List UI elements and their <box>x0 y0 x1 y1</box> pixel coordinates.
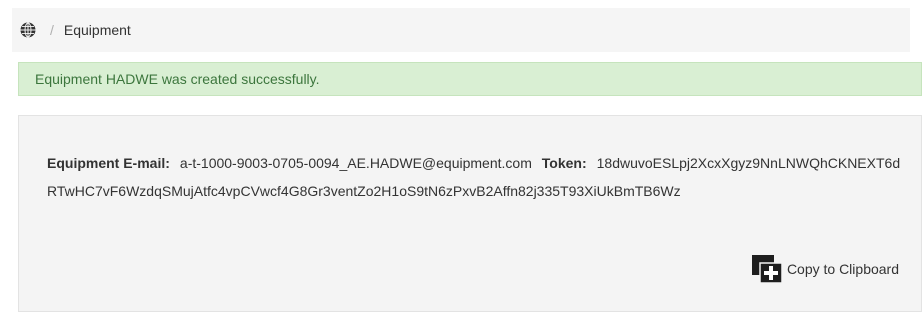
breadcrumb: / Equipment <box>12 8 910 52</box>
copy-to-clipboard-button[interactable]: Copy to Clipboard <box>751 254 899 284</box>
email-value: a-t-1000-9003-0705-0094_AE.HADWE@equipme… <box>179 155 532 171</box>
breadcrumb-current: Equipment <box>63 22 131 38</box>
copy-clipboard-icon <box>751 254 783 284</box>
email-label: Equipment E-mail: <box>47 155 170 171</box>
success-alert: Equipment HADWE was created successfully… <box>18 62 922 96</box>
alert-message: Equipment HADWE was created successfully… <box>35 71 320 87</box>
equipment-details-panel: Equipment E-mail: a-t-1000-9003-0705-0094… <box>18 115 922 312</box>
breadcrumb-separator: / <box>50 22 54 38</box>
equipment-info: Equipment E-mail: a-t-1000-9003-0705-0094… <box>47 149 903 205</box>
globe-icon[interactable] <box>20 22 36 38</box>
token-label: Token: <box>541 155 587 171</box>
copy-button-label: Copy to Clipboard <box>786 261 899 277</box>
